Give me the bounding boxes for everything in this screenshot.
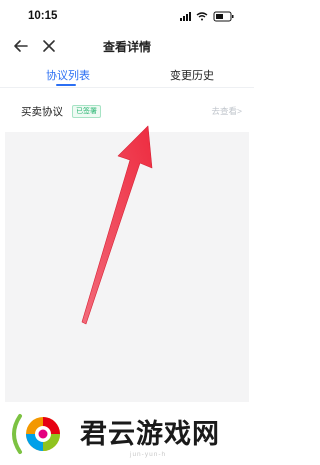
- watermark-subtitle: jun-yun-h: [130, 451, 167, 458]
- status-icons: [180, 11, 234, 22]
- status-badge: 已签署: [72, 105, 101, 118]
- signal-icon: [180, 12, 191, 21]
- battery-icon: [213, 11, 234, 22]
- site-logo-icon: [12, 414, 60, 454]
- status-time: 10:15: [28, 10, 58, 22]
- tab-bar: 协议列表 变更历史: [0, 62, 254, 88]
- status-bar: 10:15: [0, 0, 254, 32]
- page-title: 查看详情: [102, 40, 151, 54]
- nav-bar: 查看详情: [0, 33, 254, 59]
- wifi-icon: [196, 12, 208, 21]
- view-agreement-link[interactable]: 去查看>: [212, 105, 242, 117]
- annotation-arrow-icon: [81, 125, 153, 325]
- tab-change-history[interactable]: 变更历史: [170, 67, 214, 83]
- tab-agreement-list[interactable]: 协议列表: [46, 67, 90, 83]
- footer-watermark: 君云游戏网 jun-yun-h: [0, 402, 254, 465]
- agreement-name: 买卖协议: [21, 106, 63, 118]
- watermark-title: 君云游戏网: [80, 419, 220, 450]
- active-tab-indicator: [56, 84, 76, 86]
